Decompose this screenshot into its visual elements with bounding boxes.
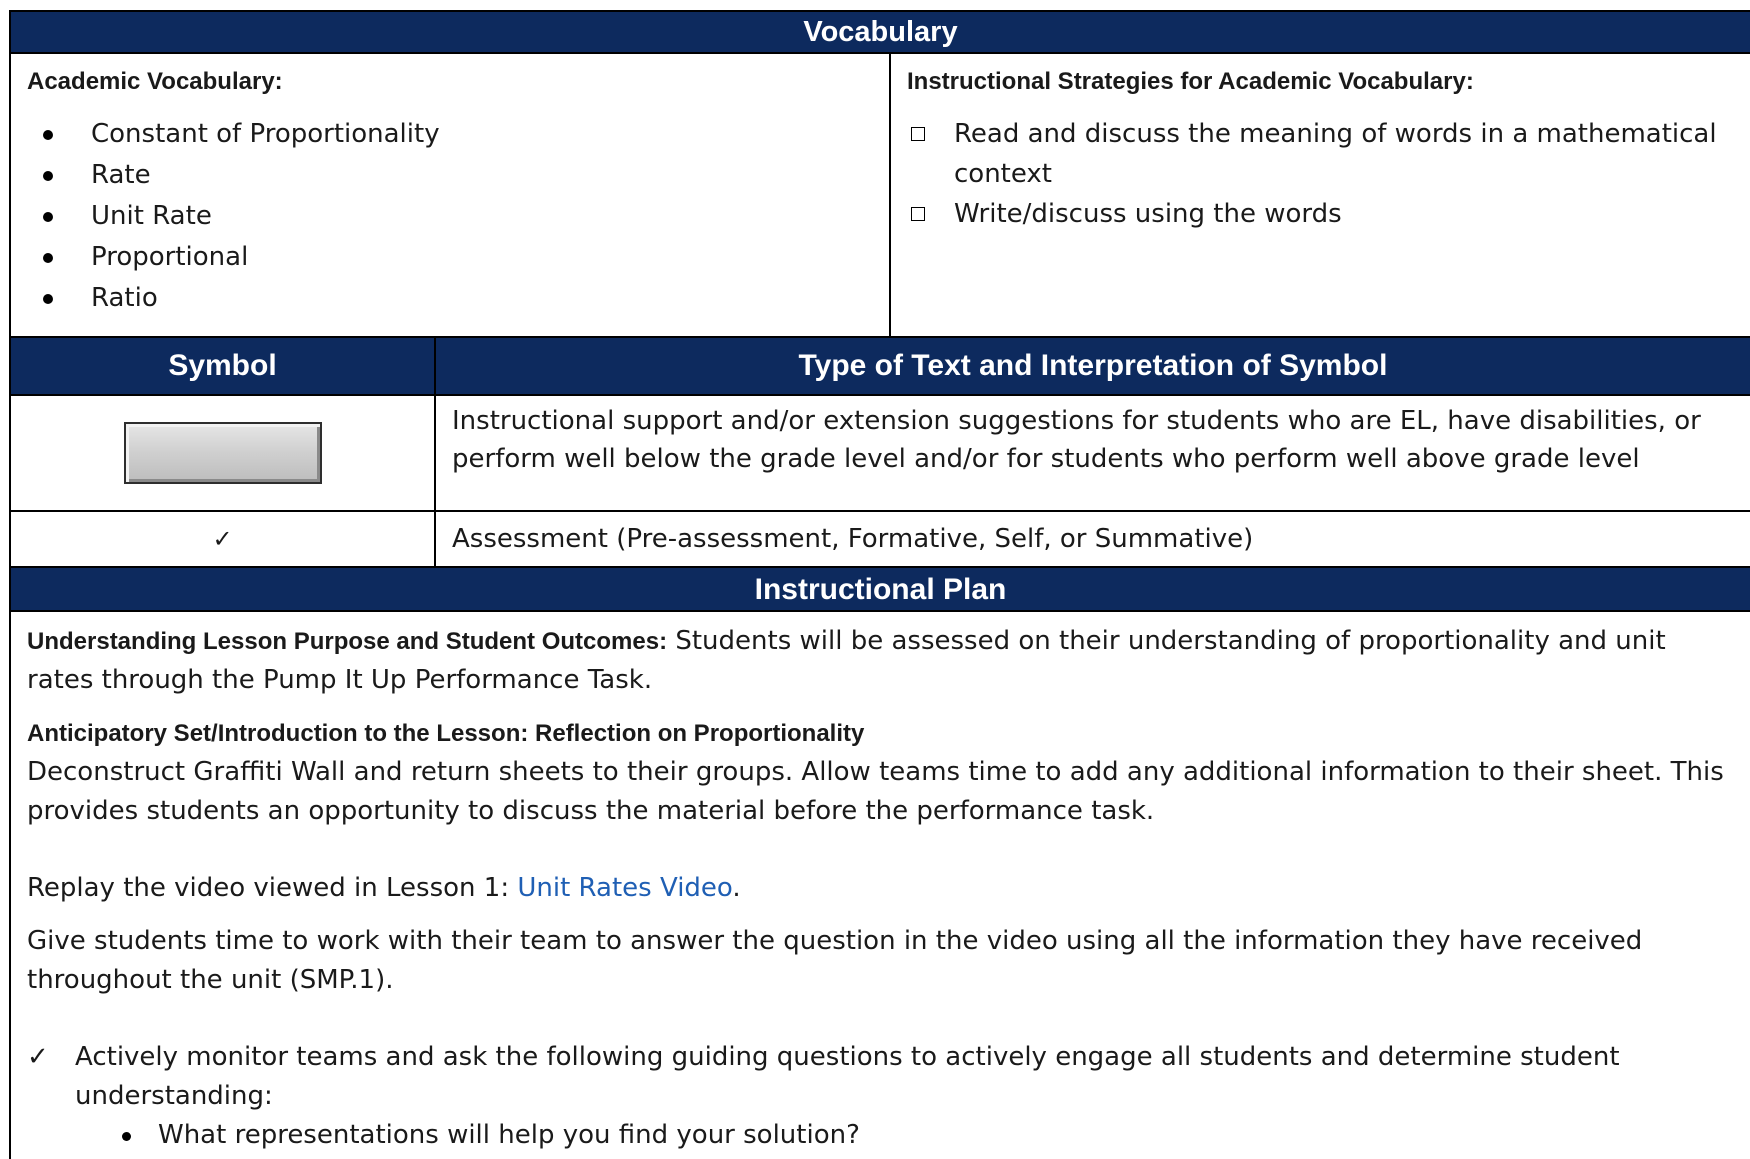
purpose-paragraph: Understanding Lesson Purpose and Student…: [27, 622, 1734, 700]
checkmark-icon: ✓: [212, 525, 233, 553]
symbol-table-header: Symbol Type of Text and Interpretation o…: [11, 338, 1750, 396]
checkmark-icon: ✓: [27, 1042, 49, 1072]
vocabulary-section: Academic Vocabulary: Constant of Proport…: [11, 54, 1750, 338]
list-item: Unit Rate: [43, 196, 873, 237]
instructional-plan-header: Instructional Plan: [11, 568, 1750, 612]
checkbox-icon: [911, 207, 925, 221]
type-column-header: Type of Text and Interpretation of Symbo…: [798, 349, 1388, 382]
bullet-icon: [43, 294, 53, 304]
instructional-strategies-cell: Instructional Strategies for Academic Vo…: [891, 54, 1750, 336]
academic-vocabulary-cell: Academic Vocabulary: Constant of Proport…: [11, 54, 891, 336]
list-item: Proportional: [43, 237, 873, 278]
list-item: Rate: [43, 155, 873, 196]
table-row: ✓ Assessment (Pre-assessment, Formative,…: [11, 512, 1750, 568]
guiding-questions-list: What representations will help you find …: [27, 1116, 1734, 1155]
anticipatory-text: Deconstruct Graffiti Wall and return she…: [27, 757, 1724, 826]
monitor-paragraph: ✓ Actively monitor teams and ask the foll…: [27, 1038, 1734, 1116]
list-item: What representations will help you find …: [122, 1116, 1734, 1155]
symbol-cell: ✓: [11, 512, 436, 566]
bullet-icon: [43, 253, 53, 263]
bullet-icon: [43, 171, 53, 181]
checkbox-icon: [911, 127, 925, 141]
give-time-paragraph: Give students time to work with their te…: [27, 926, 1643, 995]
unit-rates-video-link[interactable]: Unit Rates Video: [517, 873, 732, 903]
purpose-label: Understanding Lesson Purpose and Student…: [27, 628, 668, 655]
bullet-icon: [43, 130, 53, 140]
bullet-icon: [43, 212, 53, 222]
gray-button-icon: [123, 422, 322, 484]
anticipatory-heading: Anticipatory Set/Introduction to the Les…: [27, 720, 865, 747]
academic-vocabulary-heading: Academic Vocabulary:: [27, 68, 283, 95]
vocabulary-term-list: Constant of Proportionality Rate Unit Ra…: [27, 114, 873, 319]
symbol-cell: [11, 396, 436, 510]
symbol-column-header: Symbol: [11, 338, 436, 394]
list-item: Read and discuss the meaning of words in…: [911, 114, 1734, 194]
symbol-description: Instructional support and/or extension s…: [452, 406, 1701, 474]
list-item: Write/discuss using the words: [911, 194, 1734, 234]
instructional-plan-body: Understanding Lesson Purpose and Student…: [11, 612, 1750, 1155]
list-item: Ratio: [43, 278, 873, 319]
vocabulary-header: Vocabulary: [11, 12, 1750, 54]
replay-paragraph: Replay the video viewed in Lesson 1: Uni…: [27, 873, 741, 903]
list-item: Constant of Proportionality: [43, 114, 873, 155]
lesson-document: Vocabulary Academic Vocabulary: Constant…: [9, 10, 1750, 1159]
symbol-description: Assessment (Pre-assessment, Formative, S…: [452, 524, 1254, 554]
strategies-list: Read and discuss the meaning of words in…: [907, 114, 1734, 234]
bullet-icon: [122, 1132, 131, 1141]
instructional-strategies-heading: Instructional Strategies for Academic Vo…: [907, 68, 1474, 95]
table-row: Instructional support and/or extension s…: [11, 396, 1750, 512]
